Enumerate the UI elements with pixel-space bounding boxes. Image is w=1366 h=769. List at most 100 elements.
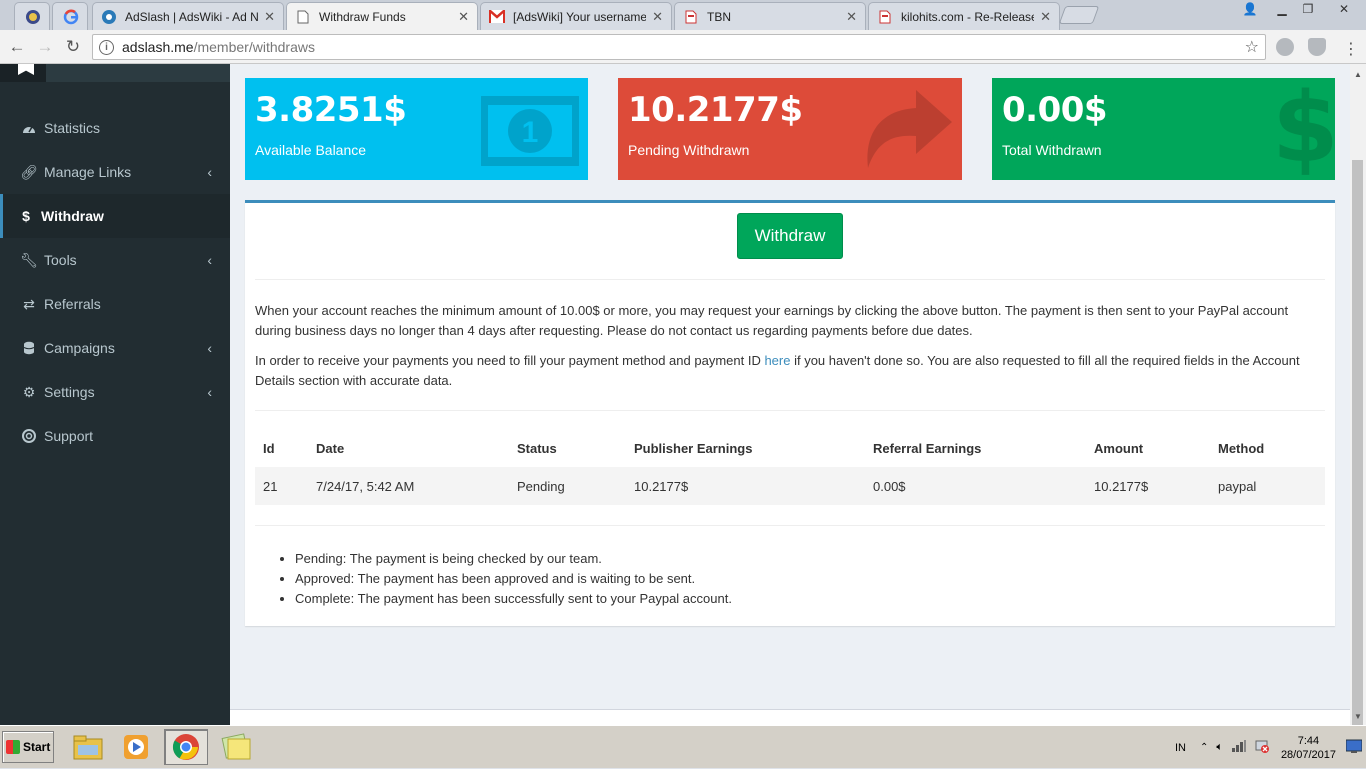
database-icon <box>21 341 37 355</box>
tab-google[interactable] <box>52 2 88 30</box>
column-header: Amount <box>1094 440 1144 456</box>
wrench-icon: 🔧︎ <box>20 251 38 268</box>
chrome-menu-icon[interactable]: ⋮ <box>1340 38 1362 60</box>
life-ring-icon <box>21 429 37 443</box>
sidebar-item-campaigns[interactable]: Campaigns ‹ <box>0 326 230 370</box>
page-scrollbar[interactable]: ▲ ▼ <box>1350 64 1366 746</box>
sidebar-item-referrals[interactable]: ⇄ Referrals <box>0 282 230 326</box>
close-tab-icon[interactable]: ✕ <box>846 9 857 25</box>
stat-value: 10.2177$ <box>628 90 803 130</box>
extension-icon[interactable] <box>1276 38 1294 56</box>
withdrawals-table: Id Date Status Publisher Earnings Referr… <box>255 429 1325 505</box>
show-desktop-icon[interactable] <box>1345 739 1363 756</box>
column-header: Publisher Earnings <box>634 440 753 456</box>
google-icon <box>63 9 79 25</box>
tab-withdraw-funds[interactable]: Withdraw Funds ✕ <box>286 2 478 30</box>
url-host: adslash.me <box>122 39 194 55</box>
system-tray: IN ⌃ 🔈︎ 7:44 28/07/2017 <box>1175 726 1366 769</box>
page-footer <box>230 709 1350 725</box>
close-tab-icon[interactable]: ✕ <box>458 9 469 25</box>
chrome-taskbar-icon[interactable] <box>164 729 208 765</box>
sidebar-item-support[interactable]: Support <box>0 414 230 458</box>
sticky-notes-icon[interactable] <box>214 729 258 765</box>
tab-adslash[interactable]: AdSlash | AdsWiki - Ad Net ✕ <box>92 2 284 30</box>
restore-icon[interactable]: ❐ <box>1294 0 1322 18</box>
sidebar-item-tools[interactable]: 🔧︎ Tools ‹ <box>0 238 230 282</box>
new-tab-button[interactable] <box>1058 6 1100 24</box>
tab-app[interactable] <box>14 2 50 30</box>
cell-referral-earnings: 0.00$ <box>865 467 1086 505</box>
divider <box>255 410 1325 411</box>
back-icon[interactable]: ← <box>6 36 28 58</box>
close-tab-icon[interactable]: ✕ <box>1040 9 1051 25</box>
cell-method: paypal <box>1210 467 1325 505</box>
gmail-icon <box>489 9 505 25</box>
clock[interactable]: 7:44 28/07/2017 <box>1281 734 1336 762</box>
scroll-down-icon[interactable]: ▼ <box>1354 712 1362 721</box>
payment-settings-link[interactable]: here <box>764 353 790 368</box>
tab-kilohits[interactable]: kilohits.com - Re-Release w ✕ <box>868 2 1060 30</box>
start-button[interactable]: Start <box>2 731 54 763</box>
svg-text:1: 1 <box>522 116 539 149</box>
url-bar[interactable]: i adslash.me/member/withdraws ☆ <box>92 34 1266 60</box>
speaker-icon[interactable]: 🔈︎ <box>1216 741 1223 754</box>
url-path: /member/withdraws <box>193 39 315 55</box>
divider <box>255 525 1325 526</box>
signal-icon[interactable] <box>1231 740 1247 755</box>
list-item: Pending: The payment is being checked by… <box>295 549 732 569</box>
media-player-icon[interactable] <box>114 729 158 765</box>
dollar-icon: $ <box>22 208 30 224</box>
file-explorer-icon[interactable] <box>66 729 110 765</box>
user-icon[interactable]: 👤 <box>1236 0 1264 18</box>
stat-label: Total Withdrawn <box>1002 142 1102 158</box>
shield-extension-icon[interactable] <box>1308 38 1326 56</box>
reload-icon[interactable]: ↻ <box>62 36 84 58</box>
link-icon: 🔗︎ <box>20 163 38 180</box>
dashboard-icon <box>21 122 37 134</box>
cell-date: 7/24/17, 5:42 AM <box>308 467 509 505</box>
network-error-icon[interactable] <box>1255 739 1269 756</box>
cell-publisher-earnings: 10.2177$ <box>626 467 865 505</box>
close-tab-icon[interactable]: ✕ <box>264 9 275 25</box>
stat-label: Pending Withdrawn <box>628 142 750 158</box>
chevron-left-icon: ‹ <box>207 384 212 400</box>
sidebar-header <box>0 64 230 82</box>
scrollbar-thumb[interactable] <box>1352 160 1363 746</box>
close-window-icon[interactable]: ✕ <box>1326 0 1362 18</box>
chevron-left-icon: ‹ <box>207 252 212 268</box>
scroll-up-icon[interactable]: ▲ <box>1354 70 1362 79</box>
withdraw-button[interactable]: Withdraw <box>737 213 843 259</box>
sidebar-item-manage-links[interactable]: 🔗︎ Manage Links ‹ <box>0 150 230 194</box>
chevron-left-icon: ‹ <box>207 340 212 356</box>
money-icon: 1 <box>478 95 582 169</box>
adslash-icon <box>101 9 117 25</box>
chevron-up-icon[interactable]: ⌃ <box>1200 742 1208 753</box>
tab-gmail[interactable]: [AdsWiki] Your username a ✕ <box>480 2 672 30</box>
info-icon[interactable]: i <box>99 39 114 55</box>
sidebar: Statistics 🔗︎ Manage Links ‹ $ Withdraw … <box>0 64 230 725</box>
bookmark-star-icon[interactable]: ☆ <box>1245 37 1259 57</box>
language-indicator[interactable]: IN <box>1175 742 1186 754</box>
taskbar: Start IN ⌃ 🔈︎ 7:44 28/07/2017 <box>0 725 1366 768</box>
withdraw-panel: Withdraw When your account reaches the m… <box>245 200 1335 626</box>
tab-tbn[interactable]: TBN ✕ <box>674 2 866 30</box>
clock-date: 28/07/2017 <box>1280 748 1336 761</box>
stat-box-total-withdrawn: 0.00$ Total Withdrawn $ <box>992 78 1335 180</box>
withdraw-info-text: When your account reaches the minimum am… <box>255 303 1289 338</box>
divider <box>255 279 1325 280</box>
sidebar-item-withdraw[interactable]: $ Withdraw <box>0 194 230 238</box>
main-content: 3.8251$ Available Balance 1 10.2177$ Pen… <box>230 64 1350 709</box>
stat-value: 0.00$ <box>1002 90 1108 130</box>
sidebar-menu: Statistics 🔗︎ Manage Links ‹ $ Withdraw … <box>0 106 230 458</box>
app-icon <box>25 9 41 25</box>
address-toolbar: ← → ↻ i adslash.me/member/withdraws ☆ <box>0 30 1366 64</box>
close-tab-icon[interactable]: ✕ <box>652 9 663 25</box>
sidebar-item-statistics[interactable]: Statistics <box>0 106 230 150</box>
column-header: Referral Earnings <box>873 440 982 456</box>
status-legend: Pending: The payment is being checked by… <box>295 549 732 609</box>
sidebar-item-settings[interactable]: ⚙ Settings ‹ <box>0 370 230 414</box>
stat-box-pending-withdrawn: 10.2177$ Pending Withdrawn <box>618 78 962 180</box>
stat-box-available-balance: 3.8251$ Available Balance 1 <box>245 78 588 180</box>
minimize-icon[interactable]: ▁ <box>1268 0 1296 18</box>
forward-icon[interactable]: → <box>34 36 56 58</box>
